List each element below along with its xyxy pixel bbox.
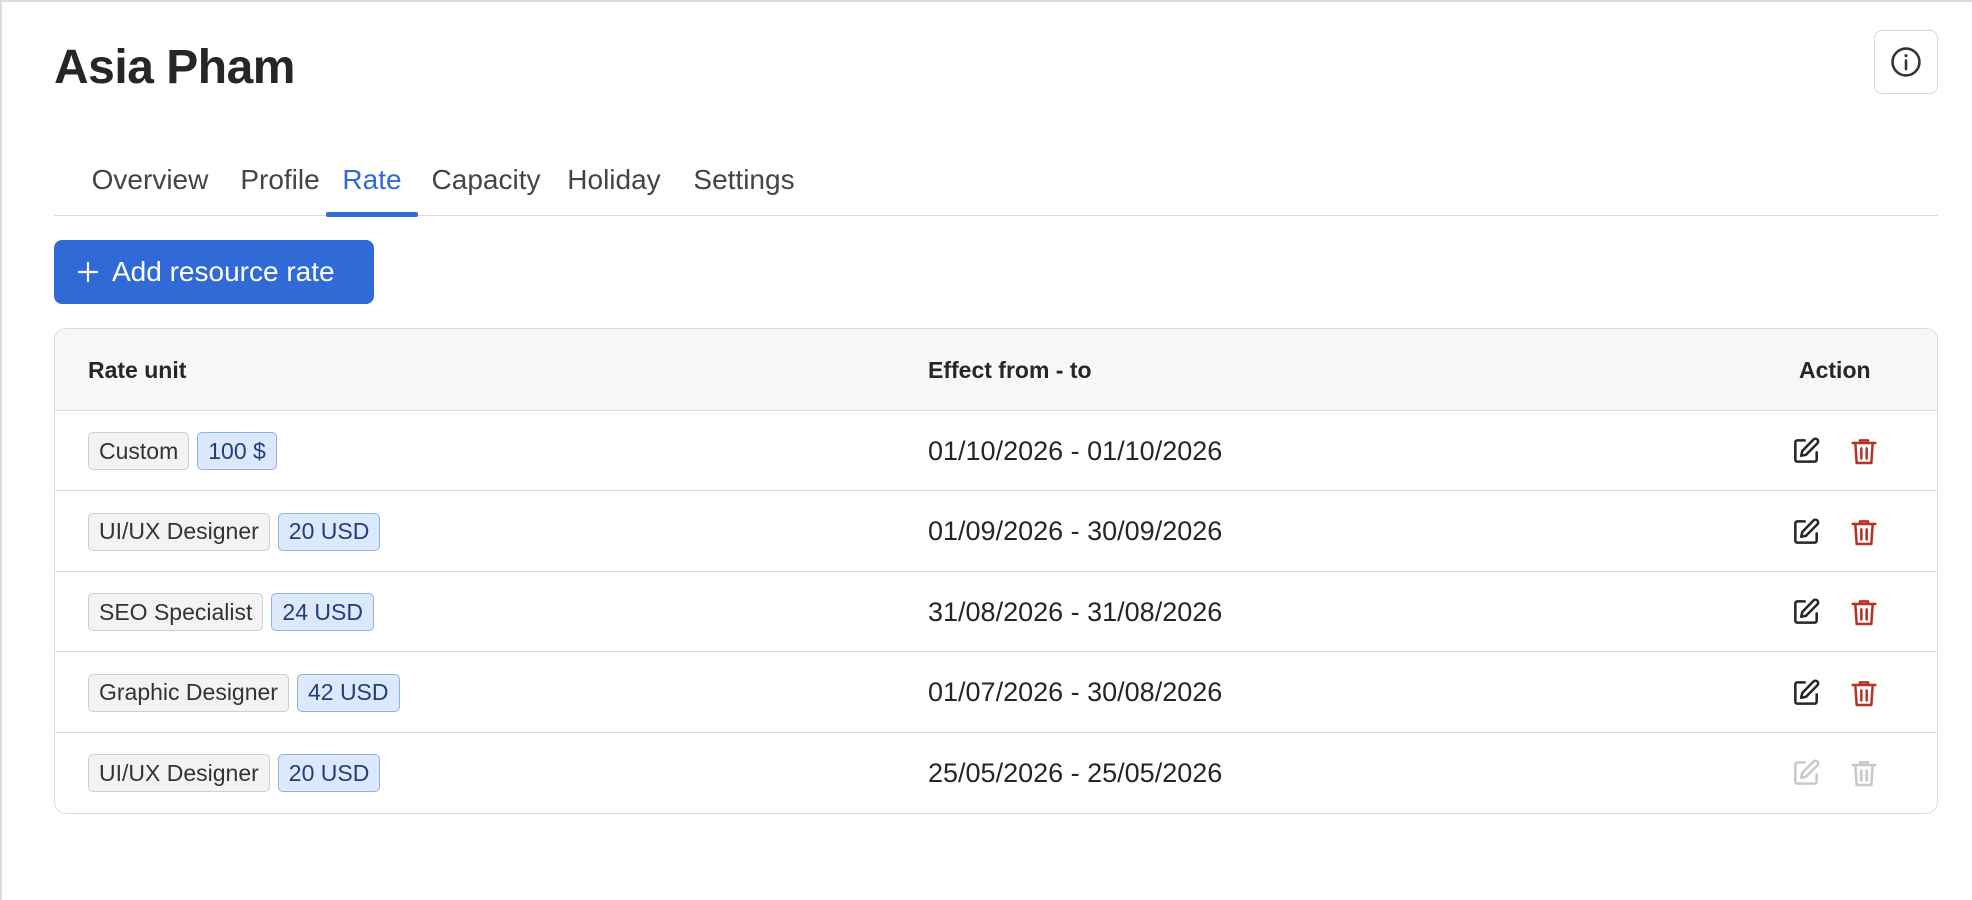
rate-table: Rate unit Effect from - to Action Custom… <box>54 328 1938 814</box>
rate-unit-cell: UI/UX Designer 20 USD <box>88 492 381 572</box>
action-cell <box>1790 411 1880 491</box>
action-cell <box>1790 572 1880 652</box>
role-tag: SEO Specialist <box>88 593 264 631</box>
tab-profile[interactable]: Profile <box>226 158 334 216</box>
info-button[interactable] <box>1874 30 1938 94</box>
trash-icon <box>1851 439 1877 465</box>
edit-button[interactable] <box>1790 516 1822 548</box>
table-header: Rate unit Effect from - to Action <box>55 329 1937 411</box>
delete-button[interactable] <box>1848 516 1880 548</box>
effect-date-cell: 01/10/2026 - 01/10/2026 <box>928 435 1223 466</box>
add-resource-rate-label: Add resource rate <box>112 256 335 287</box>
delete-button <box>1848 757 1880 789</box>
rate-unit-cell: Custom 100 $ <box>88 411 277 491</box>
page-title: Asia Pham <box>54 41 295 94</box>
table-row: SEO Specialist 24 USD 31/08/2026 - 31/08… <box>55 572 1937 652</box>
role-tag: Graphic Designer <box>88 673 289 712</box>
tab-bar: Overview Profile Rate Capacity Holiday S… <box>54 158 1938 217</box>
page-frame: Asia Pham Overview Profile Rate Capacity… <box>0 0 1972 900</box>
role-tag: Custom <box>88 432 190 470</box>
role-tag: UI/UX Designer <box>88 754 270 792</box>
edit-icon <box>1794 678 1820 705</box>
rate-tag: 42 USD <box>296 673 400 712</box>
trash-icon <box>1851 519 1877 545</box>
role-tag: UI/UX Designer <box>88 512 270 551</box>
action-cell <box>1790 492 1880 572</box>
column-header-rate-unit: Rate unit <box>88 356 187 383</box>
delete-button[interactable] <box>1848 435 1880 467</box>
table-row: UI/UX Designer 20 USD 01/09/2026 - 30/09… <box>55 492 1937 572</box>
table-row: Graphic Designer 42 USD 01/07/2026 - 30/… <box>55 653 1937 733</box>
rate-tag: 24 USD <box>271 593 374 631</box>
action-cell <box>1790 733 1880 813</box>
tab-settings[interactable]: Settings <box>682 158 806 216</box>
rate-unit-cell: SEO Specialist 24 USD <box>88 572 374 652</box>
column-header-effect: Effect from - to <box>928 356 1092 383</box>
rate-tag: 20 USD <box>277 754 381 792</box>
rate-unit-cell: UI/UX Designer 20 USD <box>88 733 381 813</box>
delete-button[interactable] <box>1848 677 1880 709</box>
edit-icon <box>1794 598 1820 624</box>
rate-unit-cell: Graphic Designer 42 USD <box>88 653 400 733</box>
action-cell <box>1790 653 1880 733</box>
effect-date-cell: 01/09/2026 - 30/09/2026 <box>928 516 1223 546</box>
tab-overview[interactable]: Overview <box>70 158 230 216</box>
trash-icon <box>1851 761 1877 787</box>
rate-tag: 100 $ <box>197 432 277 470</box>
table-row: UI/UX Designer 20 USD 25/05/2026 - 25/05… <box>55 733 1937 813</box>
edit-icon <box>1794 437 1820 463</box>
delete-button[interactable] <box>1848 596 1880 628</box>
effect-date-cell: 25/05/2026 - 25/05/2026 <box>928 757 1223 788</box>
trash-icon <box>1851 600 1877 626</box>
tab-rate[interactable]: Rate <box>326 158 418 217</box>
edit-button[interactable] <box>1790 435 1822 467</box>
edit-button[interactable] <box>1790 677 1822 709</box>
edit-button[interactable] <box>1790 596 1822 628</box>
effect-date-cell: 01/07/2026 - 30/08/2026 <box>928 677 1223 707</box>
edit-button <box>1790 757 1822 789</box>
tab-capacity[interactable]: Capacity <box>424 158 548 216</box>
edit-icon <box>1794 517 1820 544</box>
add-resource-rate-button[interactable]: Add resource rate <box>54 240 374 304</box>
rate-tag: 20 USD <box>277 512 381 551</box>
table-row: Custom 100 $ 01/10/2026 - 01/10/2026 <box>55 411 1937 491</box>
effect-date-cell: 31/08/2026 - 31/08/2026 <box>928 596 1223 627</box>
column-header-action: Action <box>1799 356 1871 383</box>
plus-icon <box>77 261 99 283</box>
trash-icon <box>1851 680 1877 706</box>
edit-icon <box>1794 759 1820 785</box>
info-circle-icon <box>1891 47 1921 77</box>
tab-holiday[interactable]: Holiday <box>558 158 670 216</box>
